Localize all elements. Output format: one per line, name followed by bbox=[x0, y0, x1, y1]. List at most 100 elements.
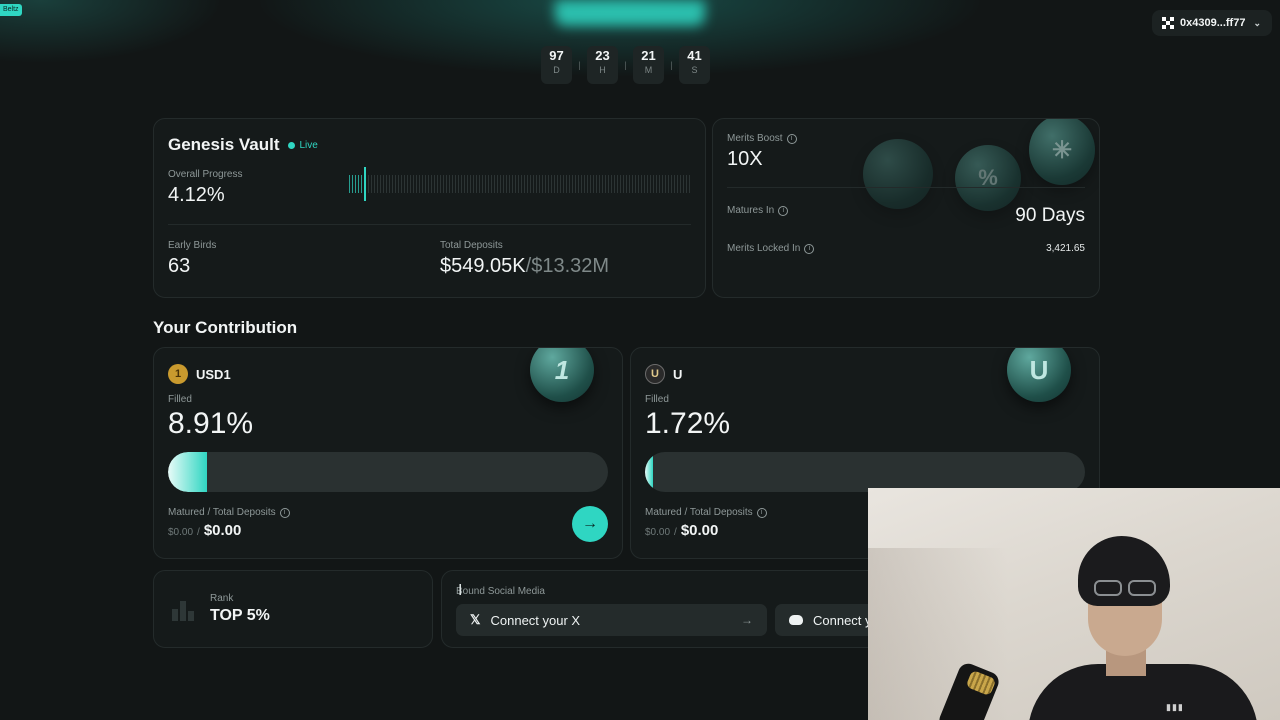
progress-tick bbox=[533, 175, 534, 193]
overall-progress: Overall Progress 4.12% bbox=[168, 169, 242, 207]
connect-x-button[interactable]: 𝕏 Connect your X → bbox=[456, 604, 767, 636]
progress-tick bbox=[401, 175, 402, 193]
progress-tick bbox=[374, 175, 375, 193]
filled-label: Filled bbox=[168, 394, 192, 405]
progress-tick bbox=[368, 175, 369, 193]
progress-tick bbox=[665, 175, 666, 193]
info-icon[interactable]: i bbox=[804, 243, 815, 254]
progress-tick bbox=[623, 175, 624, 193]
progress-tick bbox=[425, 175, 426, 193]
progress-tick bbox=[599, 175, 600, 193]
progress-tick bbox=[569, 175, 570, 193]
progress-tick bbox=[590, 175, 591, 193]
matures-label-row: Matures In i bbox=[727, 205, 789, 216]
total-deposits-value: $549.05K/$13.32M bbox=[440, 255, 609, 278]
total-value: $0.00 bbox=[203, 522, 242, 539]
countdown-unit: H bbox=[599, 65, 606, 75]
progress-tick bbox=[494, 175, 495, 193]
deposit-arrow-button[interactable]: → bbox=[572, 506, 608, 542]
countdown-separator: | bbox=[578, 60, 581, 70]
progress-tick bbox=[614, 175, 615, 193]
filled-stat: Filled 1.72% bbox=[645, 394, 730, 441]
wallet-address: 0x4309...ff77 bbox=[1180, 17, 1246, 29]
progress-tick bbox=[503, 175, 504, 193]
progress-tick bbox=[476, 175, 477, 193]
matured-value: $0.00 bbox=[168, 527, 194, 538]
progress-tick bbox=[467, 175, 468, 193]
progress-tick-meter bbox=[349, 167, 691, 201]
total-deposits-label: Total Deposits bbox=[440, 240, 503, 251]
progress-tick bbox=[352, 175, 353, 193]
text-cursor-icon: I bbox=[458, 582, 463, 599]
progress-tick bbox=[395, 175, 396, 193]
divider bbox=[727, 187, 1085, 188]
progress-tick bbox=[488, 175, 489, 193]
progress-tick bbox=[364, 167, 366, 201]
progress-tick bbox=[683, 175, 684, 193]
corner-tag[interactable]: Beltz bbox=[0, 4, 22, 16]
token-name: USD1 bbox=[196, 366, 231, 382]
progress-tick bbox=[413, 175, 414, 193]
progress-tick bbox=[428, 175, 429, 193]
progress-tick bbox=[626, 175, 627, 193]
filled-progress-bar bbox=[645, 452, 1085, 492]
progress-tick bbox=[560, 175, 561, 193]
info-icon[interactable]: i bbox=[756, 507, 767, 518]
countdown-separator: | bbox=[670, 60, 673, 70]
progress-tick bbox=[605, 175, 606, 193]
decorative-coin-icon: U bbox=[1007, 348, 1071, 402]
progress-tick bbox=[349, 175, 350, 193]
progress-tick bbox=[452, 175, 453, 193]
progress-tick bbox=[361, 175, 362, 193]
discord-icon bbox=[789, 615, 803, 625]
matures-label: Matures In bbox=[727, 205, 775, 216]
progress-tick bbox=[632, 175, 633, 193]
matured-stat: Matured / Total Deposits i $0.00 / $0.00 bbox=[168, 507, 290, 539]
countdown: 97 D | 23 H | 21 M | 41 S bbox=[541, 46, 710, 84]
progress-tick bbox=[398, 175, 399, 193]
countdown-value: 23 bbox=[595, 48, 610, 63]
usd1-contribution-card: 1 1 USD1 Filled 8.91% Matured / Total De… bbox=[153, 347, 623, 559]
filled-stat: Filled 8.91% bbox=[168, 394, 253, 441]
progress-tick bbox=[491, 175, 492, 193]
progress-tick bbox=[389, 175, 390, 193]
progress-tick bbox=[536, 175, 537, 193]
progress-tick bbox=[644, 175, 645, 193]
overall-progress-label: Overall Progress bbox=[168, 169, 243, 180]
connect-x-label: Connect your X bbox=[490, 612, 581, 628]
progress-tick bbox=[473, 175, 474, 193]
filled-progress-fill bbox=[168, 452, 208, 492]
progress-tick bbox=[551, 175, 552, 193]
countdown-minutes: 21 M bbox=[633, 46, 664, 84]
info-icon[interactable]: i bbox=[786, 133, 797, 144]
progress-tick bbox=[557, 175, 558, 193]
progress-tick bbox=[416, 175, 417, 193]
token-row: 1 USD1 bbox=[168, 364, 231, 384]
progress-tick bbox=[641, 175, 642, 193]
wallet-button[interactable]: 0x4309...ff77 ⌄ bbox=[1152, 10, 1272, 36]
matures-value: 90 Days bbox=[1015, 205, 1085, 226]
rank-value: TOP 5% bbox=[210, 607, 270, 624]
progress-tick bbox=[392, 175, 393, 193]
progress-tick bbox=[566, 175, 567, 193]
usd1-token-icon: 1 bbox=[168, 364, 188, 384]
progress-tick bbox=[449, 175, 450, 193]
progress-tick bbox=[371, 175, 372, 193]
progress-tick bbox=[581, 175, 582, 193]
progress-tick bbox=[548, 175, 549, 193]
info-icon[interactable]: i bbox=[778, 205, 789, 216]
progress-tick bbox=[575, 175, 576, 193]
merits-locked-value: 3,421.65 bbox=[1046, 243, 1085, 254]
progress-tick bbox=[521, 175, 522, 193]
x-logo-icon: 𝕏 bbox=[470, 612, 481, 627]
progress-tick bbox=[515, 175, 516, 193]
info-icon[interactable]: i bbox=[279, 507, 290, 518]
live-dot-icon bbox=[287, 141, 295, 149]
progress-tick bbox=[671, 175, 672, 193]
progress-tick bbox=[620, 175, 621, 193]
matured-label-row: Matured / Total Deposits i bbox=[645, 507, 767, 518]
progress-tick bbox=[608, 175, 609, 193]
progress-tick bbox=[461, 175, 462, 193]
progress-tick bbox=[355, 175, 356, 193]
merits-card: % ✳ Merits Boost i 10X Matures In i 90 D… bbox=[712, 118, 1100, 298]
